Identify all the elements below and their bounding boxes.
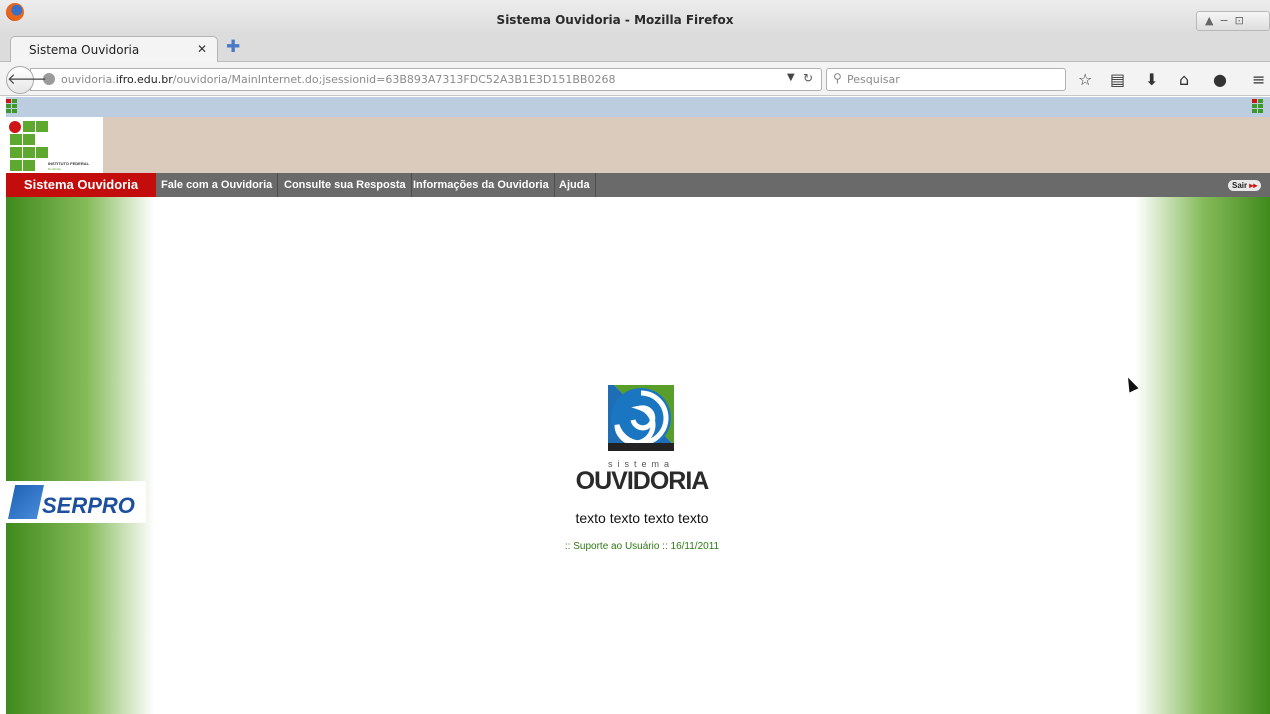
chat-icon[interactable]: ● (1213, 70, 1227, 89)
serpro-mark-icon (8, 485, 44, 519)
mini-logo-icon (6, 99, 22, 115)
tab-strip: Sistema Ouvidoria ✕ ✚ (0, 34, 1270, 62)
search-icon: ⚲ (833, 71, 842, 85)
browser-tab[interactable]: Sistema Ouvidoria ✕ (10, 36, 218, 62)
menu-ajuda[interactable]: Ajuda (554, 173, 596, 197)
download-icon[interactable]: ⬇ (1145, 70, 1158, 89)
menu-consulte-resposta[interactable]: Consulte sua Resposta (279, 173, 412, 197)
window-controls[interactable]: ▲−⊡ (1196, 11, 1270, 31)
reload-icon[interactable]: ↻ (803, 71, 813, 85)
url-text[interactable]: ouvidoria.ifro.edu.br/ouvidoria/MainInte… (61, 73, 615, 86)
tab-close-icon[interactable]: ✕ (197, 42, 207, 56)
header-band (6, 117, 1270, 173)
search-bar[interactable]: ⚲ Pesquisar (826, 68, 1066, 91)
window-titlebar: Sistema Ouvidoria - Mozilla Firefox ▲−⊡ (0, 0, 1270, 34)
logout-label: Sair (1232, 181, 1248, 190)
system-title[interactable]: Sistema Ouvidoria (6, 173, 156, 197)
menu-icon[interactable]: ≡ (1252, 70, 1265, 89)
bookmark-star-icon[interactable]: ☆ (1078, 70, 1092, 89)
search-placeholder: Pesquisar (847, 73, 900, 86)
serpro-logo[interactable]: SERPRO (6, 481, 146, 523)
top-strip (6, 97, 1270, 117)
web-page: INSTITUTO FEDERAL Rondônia Sistema Ouvid… (6, 97, 1270, 714)
institute-logo: INSTITUTO FEDERAL Rondônia (6, 117, 103, 173)
logout-arrows-icon: ▸▸ (1247, 181, 1258, 190)
logout-button[interactable]: Sair ▸▸ (1228, 180, 1262, 191)
placeholder-text: texto texto texto texto (575, 510, 709, 526)
logo-ouvidoria-label: OUVIDORIA (575, 467, 710, 495)
main-menu: Sistema Ouvidoria Fale com a Ouvidoria C… (6, 173, 1270, 197)
back-button[interactable]: 🡐 (6, 66, 47, 94)
mini-logo-icon (1252, 99, 1268, 115)
menu-fale-com-ouvidoria[interactable]: Fale com a Ouvidoria (156, 173, 279, 197)
institute-name: INSTITUTO FEDERAL (48, 161, 90, 166)
institute-subname: Rondônia (48, 167, 61, 171)
navigation-bar: ouvidoria.ifro.edu.br/ouvidoria/MainInte… (0, 62, 1270, 96)
url-bar[interactable]: ouvidoria.ifro.edu.br/ouvidoria/MainInte… (30, 68, 822, 91)
tab-title: Sistema Ouvidoria (29, 43, 140, 57)
support-link[interactable]: :: Suporte ao Usuário :: 16/11/2011 (466, 541, 818, 552)
home-icon[interactable]: ⌂ (1179, 70, 1189, 89)
right-green-gradient (1136, 197, 1270, 714)
window-title: Sistema Ouvidoria - Mozilla Firefox (496, 13, 734, 27)
url-history-dropdown-icon[interactable]: ▼ (787, 72, 795, 83)
left-green-gradient (6, 197, 154, 714)
menu-informacoes[interactable]: Informações da Ouvidoria (408, 173, 555, 197)
new-tab-icon[interactable]: ✚ (226, 37, 240, 57)
reading-list-icon[interactable]: ▤ (1110, 70, 1125, 89)
ouvidoria-logo-icon (608, 385, 674, 451)
serpro-name: SERPRO (42, 493, 135, 518)
